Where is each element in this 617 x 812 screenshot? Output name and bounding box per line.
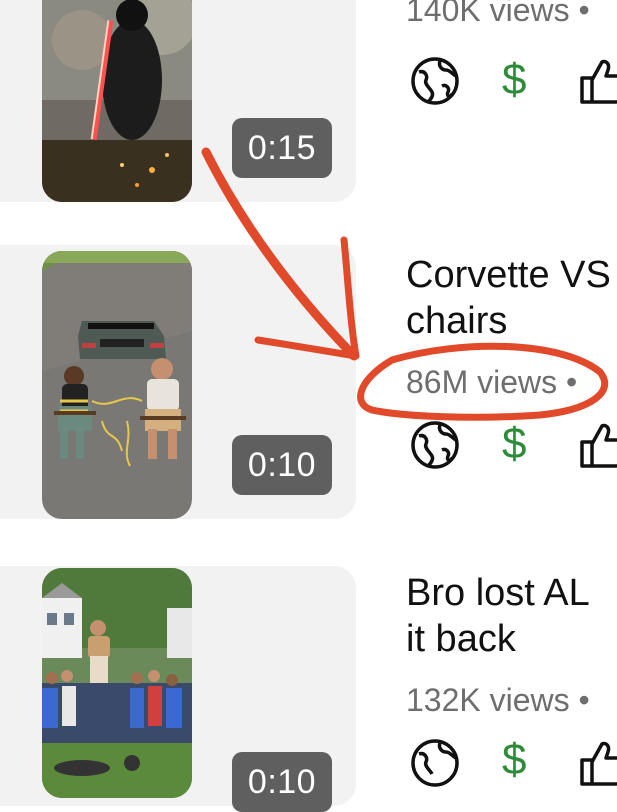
thumbs-up-icon[interactable] [578,740,617,786]
views-count: 140K views [406,0,570,28]
video-views-3: 132K views • [406,682,590,719]
video-thumbnail-3[interactable] [42,568,192,798]
meta-separator: • [566,364,578,400]
video-duration-badge-3: 0:10 [232,752,332,812]
globe-icon[interactable] [410,420,460,470]
video-thumbnail-2[interactable] [42,251,192,519]
video-title-line: Bro lost AL [406,572,590,614]
video-thumbnail-1[interactable] [42,0,192,202]
video-views-1: 140K views • [406,0,590,29]
views-count: 86M views [406,364,558,400]
video-title-line: it back [406,618,516,660]
globe-icon[interactable] [410,56,460,106]
video-title-2[interactable]: Corvette VS chairs [406,252,611,344]
video-views-2: 86M views • [406,364,577,401]
views-count: 132K views [406,682,570,718]
video-title-3[interactable]: Bro lost AL it back [406,570,590,662]
globe-icon[interactable] [410,738,460,788]
video-duration-badge-2: 0:10 [232,435,332,495]
thumbs-up-icon[interactable] [578,422,617,468]
video-title-line: chairs [406,300,508,342]
video-duration-badge-1: 0:15 [232,118,332,178]
thumbs-up-icon[interactable] [578,58,617,104]
dollar-icon[interactable]: $ [502,738,526,782]
dollar-icon[interactable]: $ [502,58,526,102]
meta-separator: • [578,682,590,718]
video-title-line: Corvette VS [406,254,611,296]
meta-separator: • [578,0,590,28]
dollar-icon[interactable]: $ [502,422,526,466]
